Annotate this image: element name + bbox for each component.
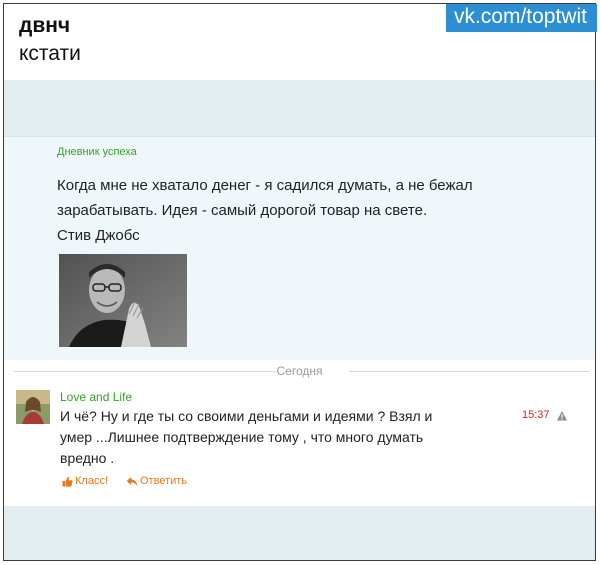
divider-line-right	[349, 371, 589, 372]
portrait-image	[59, 254, 187, 347]
comment-time: 15:37	[522, 409, 550, 421]
feed-post: Дневник успеха Когда мне не хватало дене…	[4, 136, 595, 360]
top-band	[4, 80, 595, 136]
thumbs-up-icon	[62, 476, 73, 487]
bottom-band	[4, 506, 595, 560]
reply-arrow-icon	[126, 476, 138, 486]
reply-label: Ответить	[140, 475, 188, 487]
comment-item: Love and Life И чё? Ну и где ты со своим…	[4, 382, 595, 506]
page-title: двнч	[19, 14, 71, 37]
avatar[interactable]	[16, 390, 50, 424]
reply-button[interactable]: Ответить	[126, 475, 187, 487]
page-caption: кстати	[19, 42, 81, 65]
comment-text-line: вредно .	[60, 450, 115, 466]
comment-author-link[interactable]: Love and Life	[60, 390, 132, 404]
watermark-label: vk.com/toptwit	[445, 4, 597, 32]
comment-text-line: И чё? Ну и где ты со своими деньгами и и…	[60, 408, 433, 424]
comment-text-line: умер ...Лишнее подтверждение тому , что …	[60, 429, 424, 445]
post-source-link[interactable]: Дневник успеха	[57, 146, 137, 158]
screenshot-frame: двнч кстати Дневник успеха Когда мне не …	[3, 3, 596, 561]
post-text-line: зарабатывать. Идея - самый дорогой товар…	[57, 202, 428, 219]
post-text: Когда мне не хватало денег - я садился д…	[57, 173, 473, 248]
date-divider: Сегодня	[4, 360, 595, 382]
avatar-image	[16, 390, 50, 424]
comment-actions: Класс! Ответить	[62, 475, 187, 487]
post-photo[interactable]	[59, 254, 187, 347]
report-warning-icon[interactable]	[556, 409, 568, 421]
comment-text: И чё? Ну и где ты со своими деньгами и и…	[60, 406, 432, 469]
post-text-line: Когда мне не хватало денег - я садился д…	[57, 177, 473, 194]
like-button[interactable]: Класс!	[62, 475, 108, 487]
like-label: Класс!	[75, 475, 108, 487]
post-text-line: Стив Джобс	[57, 227, 140, 244]
